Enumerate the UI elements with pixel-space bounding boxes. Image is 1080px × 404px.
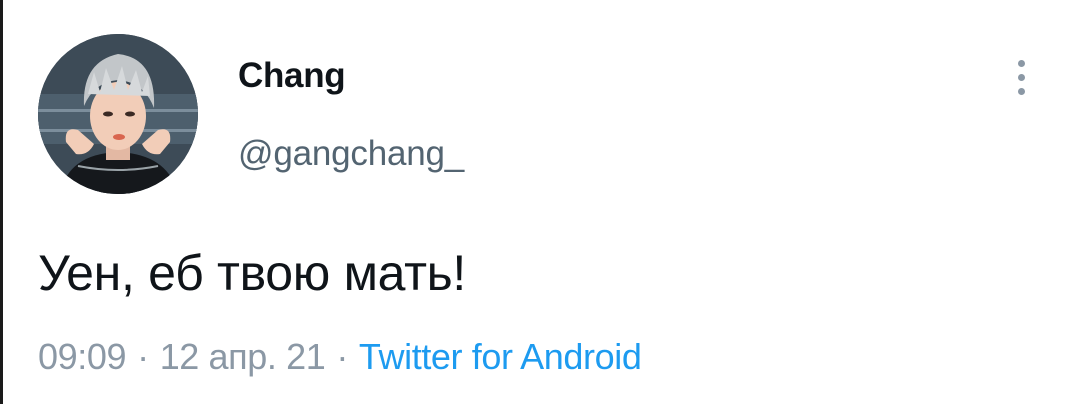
author-name[interactable]: Chang — [238, 56, 346, 96]
left-edge-divider — [0, 0, 3, 404]
tweet-text: Уен, еб твою мать! — [38, 245, 467, 301]
avatar-image — [38, 34, 198, 194]
meta-separator: · — [336, 336, 348, 377]
more-options-button[interactable] — [1004, 52, 1040, 104]
tweet-source-link[interactable]: Twitter for Android — [359, 336, 642, 377]
tweet-date[interactable]: 12 апр. 21 — [160, 336, 326, 377]
tweet-card: Chang @gangchang_ Уен, еб твою мать! 09:… — [0, 0, 1080, 404]
avatar[interactable] — [38, 34, 198, 194]
tweet-meta: 09:09 · 12 апр. 21 · Twitter for Android — [38, 336, 642, 378]
meta-separator: · — [137, 336, 149, 377]
author-handle[interactable]: @gangchang_ — [238, 134, 464, 174]
tweet-time[interactable]: 09:09 — [38, 336, 126, 377]
